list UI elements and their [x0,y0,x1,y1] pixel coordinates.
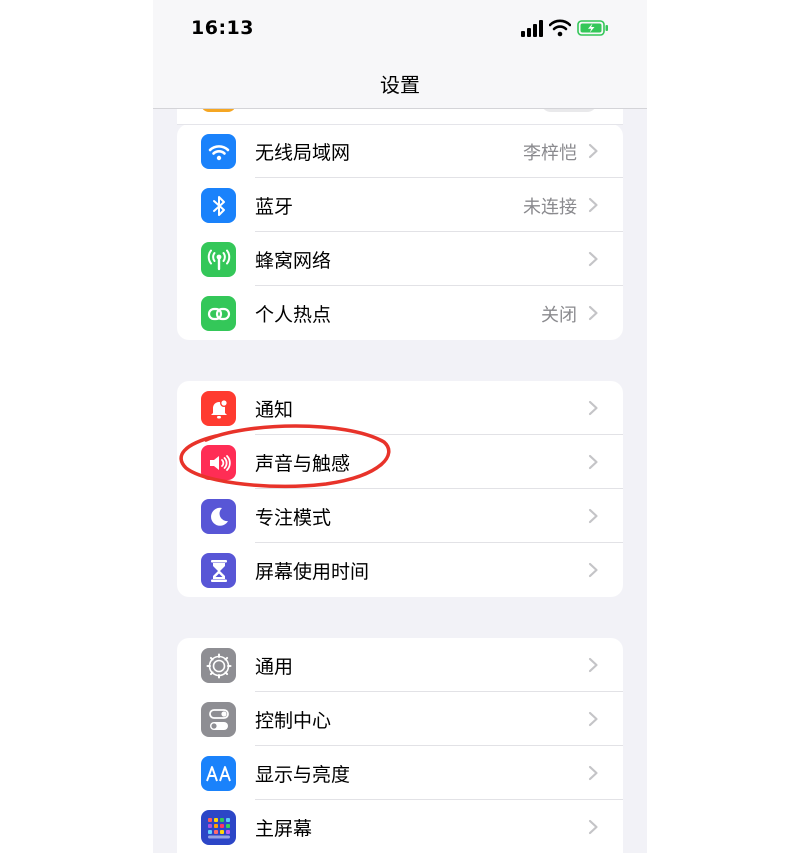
header: 16:13 设置 [153,0,647,109]
bluetooth-icon [201,188,236,223]
chevron-right-icon [588,197,598,213]
settings-row-cellular[interactable]: 蜂窝网络 [177,232,623,286]
chevron-right-icon [588,562,598,578]
chevron-right-icon [588,454,598,470]
chevron-right-icon [588,508,598,524]
settings-screen: 16:13 设置 无线局域网 李梓恺 蓝牙 未连接 蜂窝网络 个人热点 关闭 通… [153,0,647,853]
row-label: 专注模式 [255,507,332,529]
settings-row-hotspot[interactable]: 个人热点 关闭 [177,286,623,340]
settings-row-screen-time[interactable]: 屏幕使用时间 [177,543,623,597]
battery-icon [577,20,608,36]
settings-row-control-center[interactable]: 控制中心 [177,692,623,746]
row-label: 通用 [255,656,294,678]
chevron-right-icon [588,305,598,321]
page-title: 设置 [380,73,420,97]
row-label: 声音与触感 [255,453,351,475]
connectivity-group: 无线局域网 李梓恺 蓝牙 未连接 蜂窝网络 个人热点 关闭 [177,124,623,340]
wifi-status-icon [549,19,571,37]
settings-row-display-brightness[interactable]: 显示与亮度 [177,746,623,800]
row-label: 个人热点 [255,304,332,326]
row-label: 控制中心 [255,710,332,732]
settings-row-sounds-haptics[interactable]: 声音与触感 [177,435,623,489]
settings-row-focus[interactable]: 专注模式 [177,489,623,543]
settings-row-home-screen[interactable]: 主屏幕 [177,800,623,853]
chevron-right-icon [588,765,598,781]
row-value: 关闭 [541,305,577,326]
bell-icon [201,391,236,426]
text-size-icon [201,756,236,791]
hotspot-icon [201,296,236,331]
moon-icon [201,499,236,534]
chevron-right-icon [588,711,598,727]
wifi-icon [201,134,236,169]
cellular-icon [201,242,236,277]
row-value: 李梓恺 [523,143,577,164]
settings-row-bluetooth[interactable]: 蓝牙 未连接 [177,178,623,232]
settings-row-wifi[interactable]: 无线局域网 李梓恺 [177,124,623,178]
chevron-right-icon [588,400,598,416]
status-time: 16:13 [191,17,254,39]
speaker-icon [201,445,236,480]
row-label: 通知 [255,399,294,421]
row-label: 主屏幕 [255,818,313,840]
gear-icon [201,648,236,683]
row-label: 无线局域网 [255,142,351,164]
row-label: 显示与亮度 [255,764,351,786]
row-value: 未连接 [523,197,577,218]
signal-icon [521,20,543,37]
settings-row-general[interactable]: 通用 [177,638,623,692]
chevron-right-icon [588,143,598,159]
row-label: 蓝牙 [255,196,294,218]
row-label: 蜂窝网络 [255,250,332,272]
toggles-icon [201,702,236,737]
chevron-right-icon [588,251,598,267]
chevron-right-icon [588,819,598,835]
home-grid-icon [201,810,236,845]
settings-row-notifications[interactable]: 通知 [177,381,623,435]
notifications-group: 通知 声音与触感 专注模式 屏幕使用时间 [177,381,623,597]
hourglass-icon [201,553,236,588]
chevron-right-icon [588,657,598,673]
row-label: 屏幕使用时间 [255,561,370,583]
general-group: 通用 控制中心 显示与亮度 主屏幕 [177,638,623,853]
